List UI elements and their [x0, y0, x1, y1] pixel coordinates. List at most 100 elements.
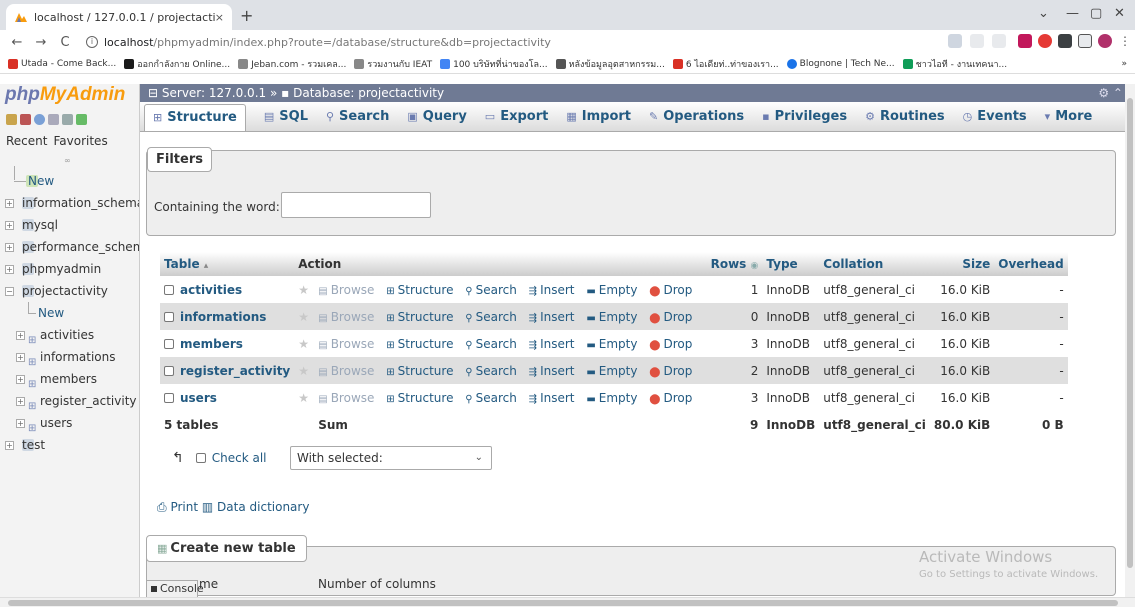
- back-button[interactable]: ←: [10, 35, 24, 50]
- side-panel-icon[interactable]: [1078, 34, 1092, 48]
- maximize-button[interactable]: ▢: [1090, 6, 1102, 21]
- search-link[interactable]: ⚲ Search: [465, 391, 517, 405]
- empty-link[interactable]: ▬ Empty: [586, 391, 637, 405]
- url-field[interactable]: i localhost/phpmyadmin/index.php?route=/…: [86, 36, 551, 49]
- favorite-star-icon[interactable]: ★: [298, 364, 309, 378]
- bookmark-item[interactable]: 100 บริษัทที่น่าของโล...: [440, 57, 548, 71]
- empty-link[interactable]: ▬ Empty: [586, 310, 637, 324]
- drop-link[interactable]: ⬤ Drop: [649, 310, 692, 324]
- row-checkbox[interactable]: [164, 393, 174, 403]
- table-name-link[interactable]: users: [180, 391, 217, 405]
- column-header-table[interactable]: Table: [164, 257, 200, 271]
- favorite-star-icon[interactable]: ★: [298, 391, 309, 405]
- column-header-collation[interactable]: Collation: [823, 257, 883, 271]
- bookmark-item[interactable]: 6 ไอเดียท่..ท่าของเรา...: [672, 57, 779, 71]
- tree-item-mysql[interactable]: + mysql: [0, 214, 139, 236]
- tab-operations[interactable]: ✎ Operations: [649, 109, 744, 124]
- bookmark-star-icon[interactable]: [992, 34, 1006, 48]
- table-name-link[interactable]: members: [180, 337, 243, 351]
- breadcrumb-database[interactable]: Database: projectactivity: [293, 86, 444, 100]
- logout-icon[interactable]: [20, 114, 31, 125]
- scrollbar-thumb[interactable]: [1127, 98, 1133, 568]
- bookmark-item[interactable]: หลังข้อมูลอุตสาหกรรม...: [555, 57, 665, 71]
- help-icon[interactable]: [34, 114, 45, 125]
- extension-icon[interactable]: [1018, 34, 1032, 48]
- tab-structure[interactable]: ⊞ Structure: [144, 104, 246, 131]
- structure-link[interactable]: ⊞ Structure: [386, 391, 453, 405]
- check-all-label[interactable]: Check all: [212, 451, 267, 465]
- table-name-link[interactable]: register_activity: [180, 364, 290, 378]
- expand-icon[interactable]: +: [16, 397, 25, 406]
- bookmark-item[interactable]: ชาวไอที - งานเทคนา...: [902, 57, 1007, 71]
- breadcrumb-server[interactable]: Server: 127.0.0.1: [162, 86, 266, 100]
- tab-routines[interactable]: ⚙ Routines: [865, 109, 945, 124]
- expand-icon[interactable]: +: [16, 353, 25, 362]
- table-name-link[interactable]: activities: [180, 283, 242, 297]
- column-header-size[interactable]: Size: [962, 257, 990, 271]
- opera-extension-icon[interactable]: [1038, 34, 1052, 48]
- row-checkbox[interactable]: [164, 366, 174, 376]
- insert-link[interactable]: ⇶ Insert: [529, 364, 575, 378]
- empty-link[interactable]: ▬ Empty: [586, 283, 637, 297]
- phpmyadmin-logo[interactable]: phpMyAdmin: [5, 84, 125, 106]
- size-value[interactable]: 16.0 KiB: [929, 384, 995, 411]
- tree-item-informations[interactable]: + ⊞ informations: [0, 346, 139, 368]
- tab-export[interactable]: ▭ Export: [485, 109, 549, 124]
- close-window-button[interactable]: ✕: [1114, 6, 1125, 21]
- horizontal-scrollbar[interactable]: [0, 597, 1135, 607]
- forward-button[interactable]: →: [34, 35, 48, 50]
- tree-item-activities[interactable]: + ⊞ activities: [0, 324, 139, 346]
- browser-menu-icon[interactable]: ⋮: [1119, 34, 1133, 48]
- favorite-star-icon[interactable]: ★: [298, 337, 309, 351]
- expand-icon[interactable]: +: [5, 243, 14, 252]
- tree-item-test[interactable]: + test: [0, 434, 139, 456]
- tree-item-performance-schema[interactable]: + performance_schema: [0, 236, 139, 258]
- favorites-tab[interactable]: Favorites: [53, 134, 107, 148]
- site-info-icon[interactable]: i: [86, 36, 98, 48]
- bookmark-item[interactable]: Utada - Come Back...: [8, 58, 116, 69]
- row-checkbox[interactable]: [164, 339, 174, 349]
- empty-link[interactable]: ▬ Empty: [586, 364, 637, 378]
- table-name-link[interactable]: informations: [180, 310, 266, 324]
- expand-icon[interactable]: +: [16, 419, 25, 428]
- browse-link[interactable]: ▤ Browse: [318, 337, 374, 351]
- tree-item-projectactivity[interactable]: − projectactivity: [0, 280, 139, 302]
- tree-item-new[interactable]: New: [0, 170, 139, 192]
- column-header-overhead[interactable]: Overhead: [998, 257, 1063, 271]
- browse-link[interactable]: ▤ Browse: [318, 364, 374, 378]
- drop-link[interactable]: ⬤ Drop: [649, 283, 692, 297]
- browse-link[interactable]: ▤ Browse: [318, 283, 374, 297]
- tab-privileges[interactable]: ▪ Privileges: [762, 109, 847, 124]
- size-value[interactable]: 16.0 KiB: [929, 357, 995, 384]
- tab-search-icon[interactable]: ⌄: [1038, 6, 1049, 21]
- rows-help-icon[interactable]: ◉: [751, 261, 759, 271]
- column-header-rows[interactable]: Rows: [711, 257, 747, 271]
- minimize-button[interactable]: —: [1066, 6, 1079, 21]
- docs-icon[interactable]: [48, 114, 59, 125]
- check-all-checkbox[interactable]: [195, 453, 206, 463]
- bookmark-item[interactable]: Jeban.com - รวมเคล...: [238, 57, 346, 71]
- tab-sql[interactable]: ▤ SQL: [264, 109, 308, 124]
- row-checkbox[interactable]: [164, 312, 174, 322]
- expand-icon[interactable]: +: [5, 199, 14, 208]
- bookmark-item[interactable]: รวมงานกับ IEAT: [354, 57, 432, 71]
- home-icon[interactable]: [6, 114, 17, 125]
- bookmark-item[interactable]: ออกกำลังกาย Online...: [124, 57, 230, 71]
- drop-link[interactable]: ⬤ Drop: [649, 391, 692, 405]
- drop-link[interactable]: ⬤ Drop: [649, 337, 692, 351]
- link-with-main-panel-icon[interactable]: ∞: [64, 156, 71, 165]
- tab-close-icon[interactable]: ×: [215, 11, 224, 24]
- structure-link[interactable]: ⊞ Structure: [386, 310, 453, 324]
- profile-avatar[interactable]: [1098, 34, 1112, 48]
- tab-events[interactable]: ◷ Events: [963, 109, 1027, 124]
- expand-icon[interactable]: +: [5, 441, 14, 450]
- tab-more[interactable]: ▾ More: [1045, 109, 1093, 124]
- structure-link[interactable]: ⊞ Structure: [386, 364, 453, 378]
- size-value[interactable]: 16.0 KiB: [929, 276, 995, 303]
- share-icon[interactable]: [970, 34, 984, 48]
- column-header-type[interactable]: Type: [766, 257, 797, 271]
- insert-link[interactable]: ⇶ Insert: [529, 391, 575, 405]
- new-tab-button[interactable]: +: [240, 6, 253, 25]
- insert-link[interactable]: ⇶ Insert: [529, 337, 575, 351]
- empty-link[interactable]: ▬ Empty: [586, 337, 637, 351]
